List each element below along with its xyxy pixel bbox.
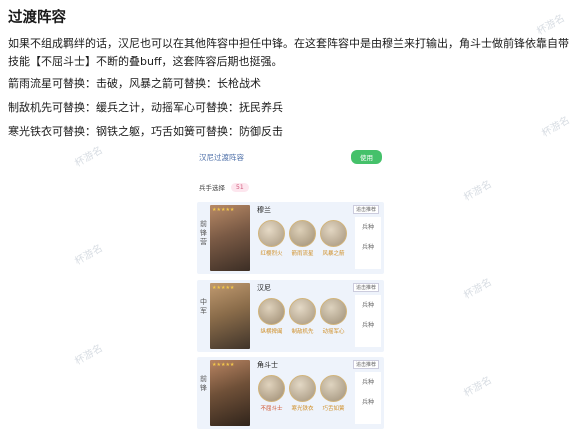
skill-label: 红樱烈火 [260,251,283,257]
skill-icon [289,298,316,325]
hero-portrait: ★★★★★ [210,283,250,349]
star-icon: ★★★★★ [212,207,235,213]
skill-label: 风暴之箭 [322,251,345,257]
troop-panel: 兵种 兵种 [355,295,381,347]
skill-label: 不屈斗士 [260,406,283,412]
watermark: 杯游名 [462,276,494,302]
skill-label: 制敌机先 [291,329,314,335]
hero-row[interactable]: 前锋 ★★★★★ 角斗士 追击推荐 不屈斗士 寒光铁衣 巧舌如簧 兵种 兵种 [197,357,384,429]
replacement-line: 箭雨流星可替换：击破，风暴之箭可替换：长枪战术 [8,77,261,90]
skill-slot[interactable]: 不屈斗士 [258,375,285,412]
star-icon: ★★★★★ [212,362,235,368]
watermark: 杯游名 [73,242,105,268]
hero-tag: 追击推荐 [353,283,380,292]
troop-label: 兵种 [361,224,374,231]
lineup-card: 汉尼过渡阵容 使用 兵手选择 51 前锋营 ★★★★★ 穆兰 追击推荐 红樱烈火… [193,146,388,433]
hero-portrait: ★★★★★ [210,205,250,271]
troop-panel: 兵种 兵种 [355,217,381,269]
skill-label: 寒光铁衣 [291,406,314,412]
troop-panel: 兵种 兵种 [355,372,381,424]
skill-slot[interactable]: 制敌机先 [289,298,316,335]
star-icon: ★★★★★ [212,285,235,291]
hero-name: 汉尼 [257,284,271,292]
skill-icon [258,375,285,402]
skill-slot[interactable]: 红樱烈火 [258,220,285,257]
hero-position: 中军 [200,298,207,315]
hero-row[interactable]: 中军 ★★★★★ 汉尼 追击推荐 纵横捭阖 制敌机先 动摇军心 兵种 兵种 [197,280,384,352]
skill-icon [258,298,285,325]
skill-slot[interactable]: 风暴之箭 [320,220,347,257]
skill-icon [289,375,316,402]
sub-count-badge: 51 [231,182,249,192]
use-lineup-button[interactable]: 使用 [351,150,382,164]
intro-paragraph: 如果不组成羁绊的话，汉尼也可以在其他阵容中担任中锋。在这套阵容中是由穆兰来打输出… [8,37,569,68]
skill-label: 箭雨流星 [291,251,314,257]
watermark: 杯游名 [462,178,494,204]
troop-label: 兵种 [361,379,374,386]
hero-name: 角斗士 [257,361,278,369]
replacement-line: 制敌机先可替换：缓兵之计，动摇军心可替换：抚民养兵 [8,101,283,114]
skill-slot[interactable]: 纵横捭阖 [258,298,285,335]
hero-row[interactable]: 前锋营 ★★★★★ 穆兰 追击推荐 红樱烈火 箭雨流星 风暴之箭 兵种 兵种 [197,202,384,274]
article: 过渡阵容 如果不组成羁绊的话，汉尼也可以在其他阵容中担任中锋。在这套阵容中是由穆… [8,6,574,147]
hero-tag: 追击推荐 [353,205,380,214]
skill-label: 动摇军心 [322,329,345,335]
hero-position: 前锋 [200,375,207,392]
skill-slot[interactable]: 箭雨流星 [289,220,316,257]
sub-label: 兵手选择 [199,184,225,192]
skill-icon [320,298,347,325]
skill-slot[interactable]: 寒光铁衣 [289,375,316,412]
skill-slot[interactable]: 动摇军心 [320,298,347,335]
sub-row: 兵手选择 51 [199,182,388,192]
lineup-title: 汉尼过渡阵容 [199,152,244,162]
troop-label: 兵种 [361,302,374,309]
skill-icon [289,220,316,247]
skill-icon [320,220,347,247]
hero-position: 前锋营 [200,220,207,246]
troop-label: 兵种 [361,244,374,251]
skill-label: 纵横捭阖 [260,329,283,335]
troop-label: 兵种 [361,399,374,406]
hero-portrait: ★★★★★ [210,360,250,426]
skill-label: 巧舌如簧 [322,406,345,412]
replacement-line: 寒光铁衣可替换：钢铁之躯，巧舌如簧可替换：防御反击 [8,125,283,138]
skill-icon [320,375,347,402]
troop-label: 兵种 [361,322,374,329]
skill-slot[interactable]: 巧舌如簧 [320,375,347,412]
hero-name: 穆兰 [257,206,271,214]
hero-tag: 追击推荐 [353,360,380,369]
watermark: 杯游名 [462,374,494,400]
skill-icon [258,220,285,247]
watermark: 杯游名 [73,342,105,368]
section-heading: 过渡阵容 [8,10,66,26]
